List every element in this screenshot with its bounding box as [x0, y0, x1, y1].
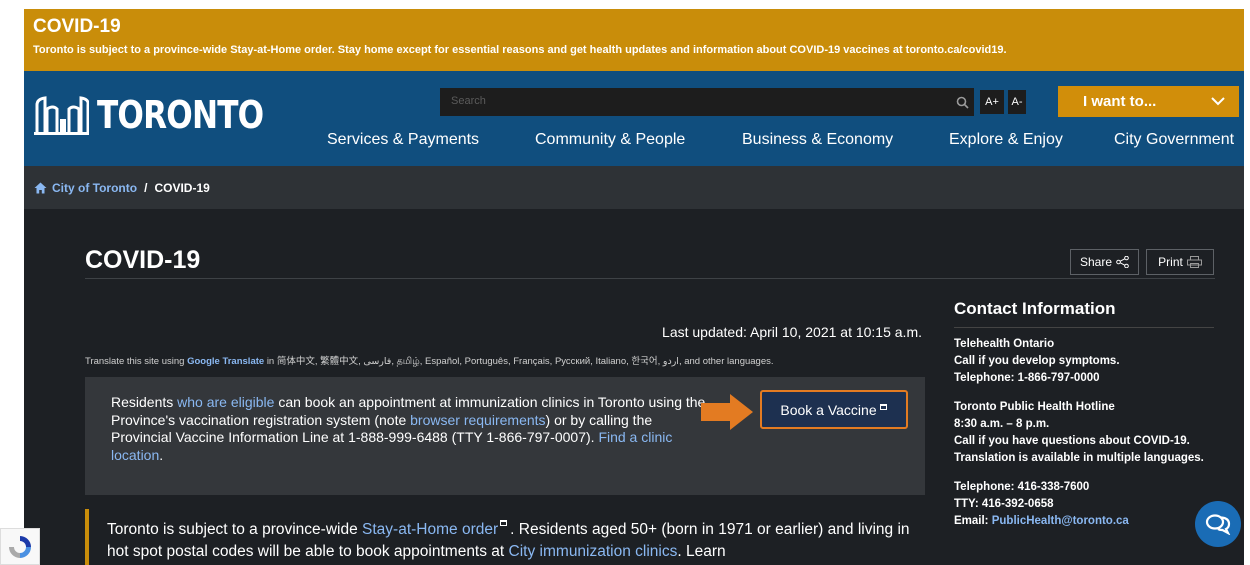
- nav-community-people[interactable]: Community & People: [535, 131, 685, 149]
- chevron-down-icon: [1211, 97, 1225, 106]
- print-label: Print: [1158, 255, 1183, 269]
- hotline-name: Toronto Public Health Hotline: [954, 401, 1115, 413]
- breadcrumb-current: COVID-19: [154, 180, 210, 195]
- font-increase-button[interactable]: A+: [980, 90, 1004, 114]
- book-vaccine-button[interactable]: Book a Vaccine: [760, 390, 908, 429]
- book-vaccine-label: Book a Vaccine: [780, 401, 877, 418]
- page-title: COVID-19: [85, 246, 201, 274]
- main-content: COVID-19 Share Print Last updated: April…: [24, 209, 1244, 565]
- vaccine-callout-text: Residents who are eligible can book an a…: [111, 394, 711, 464]
- share-button[interactable]: Share: [1070, 249, 1139, 275]
- nav-explore-enjoy[interactable]: Explore & Enjoy: [949, 131, 1063, 149]
- logo-text: TORONTO: [97, 93, 264, 137]
- chat-button[interactable]: [1195, 501, 1241, 547]
- search-icon: [956, 96, 969, 109]
- phones-block: Telephone: 416-338-7600 TTY: 416-392-065…: [954, 479, 1224, 530]
- site-header: TORONTO Search A+ A- I want to... Servic…: [24, 71, 1244, 166]
- contact-divider: [954, 327, 1214, 328]
- toronto-logo[interactable]: TORONTO: [33, 93, 300, 137]
- nav-business-economy[interactable]: Business & Economy: [742, 131, 893, 149]
- callout-text-4: .: [159, 446, 164, 463]
- title-divider: [85, 278, 1215, 279]
- who-are-eligible-link[interactable]: who are eligible: [177, 394, 274, 410]
- search-button[interactable]: [950, 88, 974, 116]
- translate-note: Translate this site using Google Transla…: [85, 353, 774, 368]
- public-health-phone: Telephone: 416-338-7600: [954, 481, 1090, 493]
- city-immunization-clinics-link[interactable]: City immunization clinics: [509, 543, 678, 560]
- stay-at-home-order-link[interactable]: Stay-at-Home order: [362, 521, 498, 538]
- callout-text-1: Residents: [111, 394, 174, 410]
- search-input[interactable]: Search: [440, 88, 974, 116]
- breadcrumb: City of Toronto / COVID-19: [24, 166, 1244, 209]
- printer-icon: [1186, 256, 1202, 268]
- breadcrumb-home-link[interactable]: City of Toronto: [52, 181, 137, 195]
- telehealth-phone: Telephone: 1-866-797-0000: [954, 372, 1100, 384]
- arrow-right-icon: [701, 394, 753, 430]
- breadcrumb-separator: /: [144, 180, 148, 195]
- alert-message: Toronto is subject to a province-wide St…: [33, 44, 1007, 56]
- print-button[interactable]: Print: [1146, 249, 1214, 275]
- last-updated: Last updated: April 10, 2021 at 10:15 a.…: [662, 324, 922, 340]
- home-icon[interactable]: [34, 182, 47, 194]
- contact-title: Contact Information: [954, 299, 1116, 318]
- telehealth-block: Telehealth Ontario Call if you develop s…: [954, 336, 1224, 387]
- hotline-hours: 8:30 a.m. – 8 p.m.: [954, 418, 1050, 430]
- external-link-icon: [500, 520, 508, 526]
- vaccine-callout: Residents who are eligible can book an a…: [85, 377, 925, 495]
- public-health-tty: TTY: 416-392-0658: [954, 498, 1054, 510]
- share-icon: [1116, 256, 1129, 268]
- contact-information: Contact Information Telehealth Ontario C…: [954, 299, 1224, 542]
- city-hall-icon: [34, 96, 89, 135]
- translate-languages: in 简体中文, 繁體中文, فارسی, தமிழ், Español, Po…: [266, 356, 774, 367]
- external-link-icon: [879, 403, 887, 410]
- recaptcha-badge[interactable]: [0, 528, 40, 565]
- chat-bubbles-icon: [1205, 514, 1231, 535]
- translate-prefix: Translate this site using: [85, 356, 185, 367]
- hotline-desc: Call if you have questions about COVID-1…: [954, 435, 1204, 464]
- font-decrease-button[interactable]: A-: [1008, 90, 1026, 114]
- browser-requirements-link[interactable]: browser requirements: [410, 412, 545, 428]
- telehealth-name: Telehealth Ontario: [954, 338, 1055, 350]
- i-want-to-label: I want to...: [1083, 93, 1157, 110]
- stay-home-notice: Toronto is subject to a province-wide St…: [85, 509, 925, 565]
- i-want-to-dropdown[interactable]: I want to...: [1058, 86, 1239, 117]
- covid-alert-banner: COVID-19 Toronto is subject to a provinc…: [24, 9, 1244, 71]
- notice-text-1: Toronto is subject to a province-wide: [107, 521, 358, 538]
- public-health-email-row: Email: PublicHealth@toronto.ca: [954, 513, 1224, 530]
- notice-text-3: . Learn: [677, 543, 726, 560]
- nav-city-government[interactable]: City Government: [1114, 131, 1234, 149]
- public-health-email-link[interactable]: PublicHealth@toronto.ca: [992, 515, 1129, 527]
- google-translate-link[interactable]: Google Translate: [187, 356, 264, 367]
- recaptcha-icon: [9, 535, 31, 558]
- telehealth-desc: Call if you develop symptoms.: [954, 355, 1120, 367]
- email-label: Email:: [954, 515, 989, 527]
- hotline-block: Toronto Public Health Hotline 8:30 a.m. …: [954, 399, 1224, 467]
- alert-title: COVID-19: [33, 16, 121, 37]
- nav-services-payments[interactable]: Services & Payments: [327, 131, 479, 149]
- share-label: Share: [1079, 255, 1113, 269]
